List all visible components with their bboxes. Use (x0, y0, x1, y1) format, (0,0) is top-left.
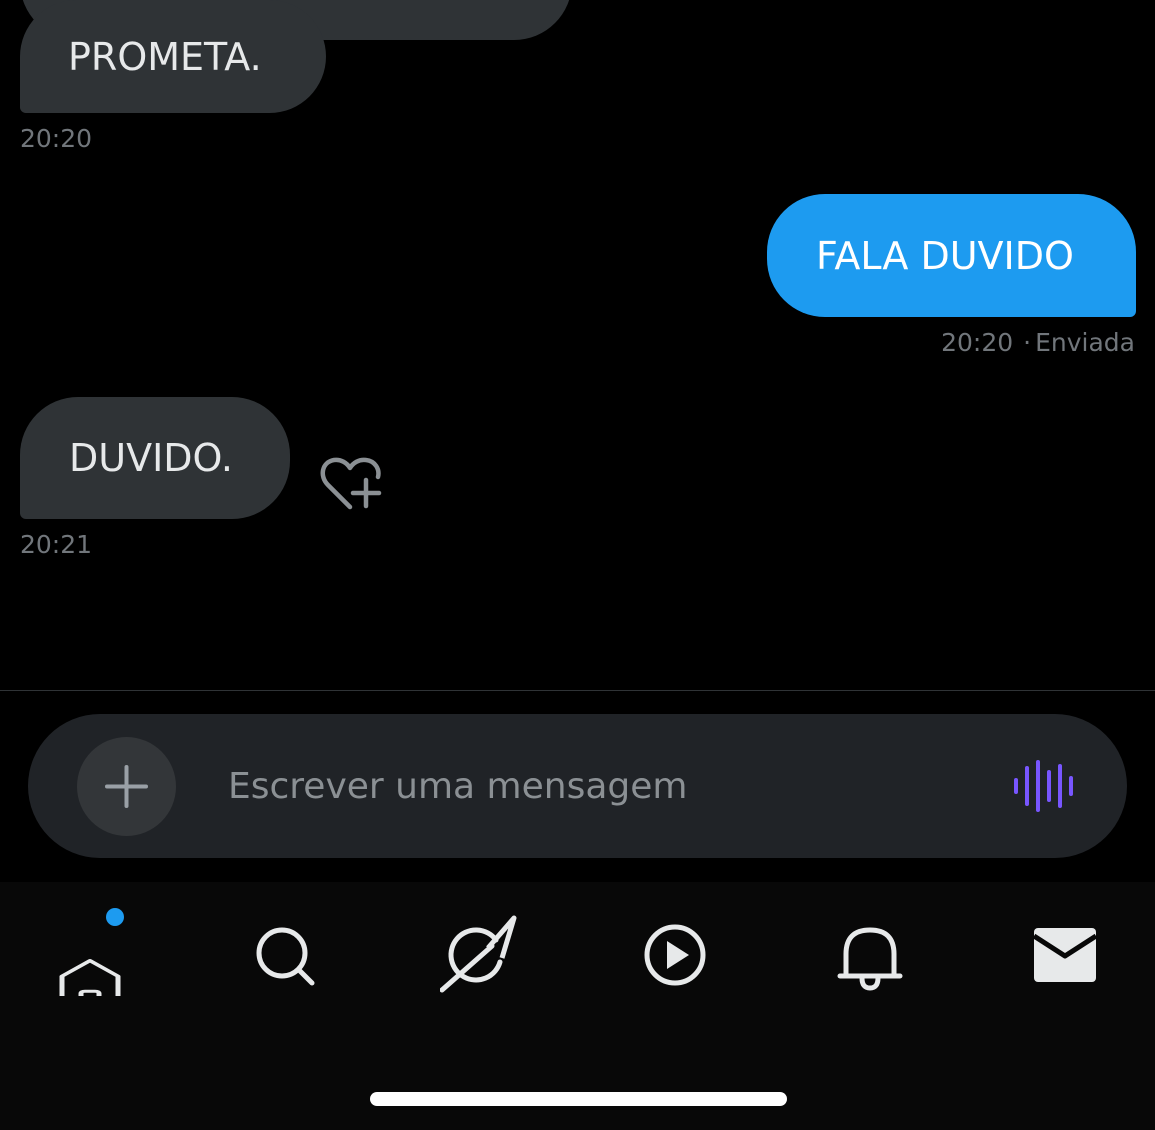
message-text: FALA DUVIDO (816, 233, 1074, 278)
message-timestamp: 20:20 (941, 328, 1014, 357)
message-thread: PROMETA. 20:20 FALA DUVIDO 20:20 · Enviada… (0, 0, 1155, 690)
plus-icon (105, 765, 148, 808)
message-status: Enviada (1035, 328, 1135, 357)
home-notification-dot (106, 908, 124, 926)
grok-icon (440, 915, 517, 993)
message-bubble-sent[interactable]: FALA DUVIDO (767, 194, 1136, 317)
search-icon (256, 927, 315, 986)
tab-messages[interactable] (1025, 912, 1105, 996)
home-indicator[interactable] (370, 1092, 787, 1106)
message-composer (28, 714, 1127, 858)
message-text: DUVIDO. (69, 436, 233, 480)
home-icon (59, 959, 121, 996)
message-text: PROMETA. (68, 34, 262, 79)
mail-icon (1032, 928, 1098, 982)
heart-plus-icon (320, 457, 382, 510)
message-meta: 20:20 · Enviada (941, 328, 1135, 357)
bell-icon (837, 927, 903, 991)
add-reaction-button[interactable] (316, 455, 384, 515)
message-timestamp: 20:20 (20, 124, 93, 153)
tab-search[interactable] (250, 912, 330, 996)
add-attachment-button[interactable] (77, 737, 176, 836)
tab-home[interactable] (55, 912, 135, 996)
voice-waveform-icon (1014, 760, 1073, 812)
message-timestamp: 20:21 (20, 530, 93, 559)
tab-grok[interactable] (440, 912, 520, 996)
tab-video[interactable] (635, 912, 715, 996)
play-icon (644, 924, 706, 986)
message-bubble-received[interactable]: PROMETA. (20, 0, 326, 113)
tab-notifications[interactable] (830, 912, 910, 996)
voice-message-button[interactable] (1008, 760, 1080, 812)
message-bubble-received[interactable]: DUVIDO. (20, 397, 290, 519)
message-input[interactable] (228, 754, 988, 818)
composer-divider (0, 690, 1155, 691)
meta-separator: · (1023, 328, 1032, 357)
